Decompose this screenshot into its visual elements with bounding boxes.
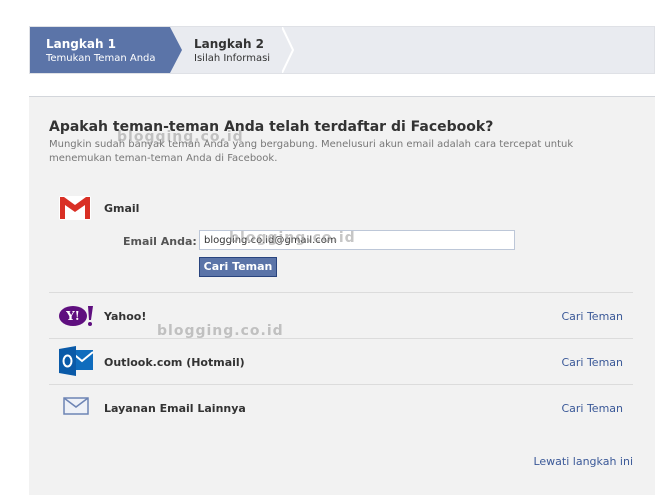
- step-1: Langkah 1 Temukan Teman Anda: [30, 27, 170, 73]
- watermark: blogging.co.id: [157, 323, 284, 339]
- gmail-find-friends-button[interactable]: Cari Teman: [199, 257, 277, 277]
- divider: [49, 384, 633, 385]
- step-2-subtitle: Isilah Informasi: [194, 53, 271, 64]
- divider: [49, 338, 633, 339]
- outlook-label: Outlook.com (Hotmail): [104, 356, 245, 369]
- step-2-arrow: [282, 27, 294, 73]
- page-title: Apakah teman-teman Anda telah terdaftar …: [49, 119, 494, 135]
- step-progress-bar: Langkah 1 Temukan Teman Anda Langkah 2 I…: [29, 26, 655, 74]
- gmail-icon: [59, 196, 91, 220]
- gmail-label: Gmail: [104, 202, 140, 215]
- svg-text:Y!: Y!: [65, 309, 80, 323]
- step-1-title: Langkah 1: [46, 37, 117, 51]
- other-email-label: Layanan Email Lainnya: [104, 402, 246, 415]
- step-2-title: Langkah 2: [194, 37, 265, 51]
- divider: [49, 292, 633, 293]
- step-1-subtitle: Temukan Teman Anda: [46, 53, 156, 64]
- yahoo-icon: Y!: [59, 306, 93, 326]
- watermark: blogging.co.id: [117, 129, 244, 145]
- outlook-find-friends-link[interactable]: Cari Teman: [561, 356, 623, 369]
- envelope-icon: [63, 397, 89, 415]
- yahoo-label: Yahoo!: [104, 310, 147, 323]
- watermark: blogging.co.id: [229, 230, 356, 246]
- email-label: Email Anda:: [123, 235, 197, 248]
- other-email-find-friends-link[interactable]: Cari Teman: [561, 402, 623, 415]
- outlook-icon: [59, 346, 94, 376]
- step-2: Langkah 2 Isilah Informasi: [194, 37, 270, 66]
- yahoo-find-friends-link[interactable]: Cari Teman: [561, 310, 623, 323]
- find-friends-panel: Apakah teman-teman Anda telah terdaftar …: [29, 96, 655, 495]
- step-1-arrow: [170, 27, 182, 73]
- skip-step-link[interactable]: Lewati langkah ini: [533, 455, 633, 468]
